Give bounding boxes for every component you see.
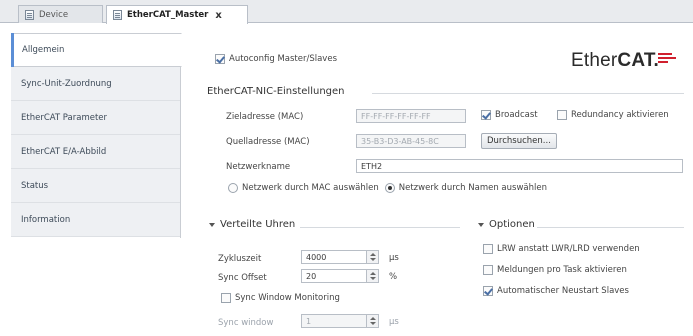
options-header[interactable]: Optionen [478, 219, 535, 230]
option-neustart-label: Automatischer Neustart Slaves [497, 286, 629, 296]
option-lrw-checkbox[interactable] [483, 244, 493, 254]
option-lrw-label: LRW anstatt LWR/LRD verwenden [497, 244, 640, 254]
autoconfig-row: Autoconfig Master/Slaves [215, 54, 337, 64]
redundancy-label: Redundancy aktivieren [571, 110, 669, 120]
sync-window-label: Sync window [218, 318, 274, 328]
sidebar-item-status[interactable]: Status [11, 169, 180, 203]
distributed-clocks-title: Verteilte Uhren [220, 219, 296, 230]
sync-window-monitoring-checkbox[interactable] [221, 293, 231, 303]
sync-offset-stepper: 20 [301, 269, 379, 283]
close-icon[interactable]: x [215, 10, 221, 21]
netzwerkname-label: Netzwerkname [226, 162, 291, 172]
radio-network-by-mac[interactable] [228, 183, 238, 193]
zykluszeit-input[interactable]: 4000 [301, 250, 367, 264]
sync-offset-spin-buttons[interactable] [367, 269, 379, 283]
radio-network-by-name-label: Netzwerk durch Namen auswählen [398, 183, 547, 193]
option-meldungen-row: Meldungen pro Task aktivieren [483, 265, 627, 275]
tab-device-label: Device [39, 9, 69, 20]
redundancy-row: Redundancy aktivieren [557, 110, 669, 120]
sidebar-item-label: Information [21, 214, 71, 225]
sync-window-input[interactable]: 1 [301, 314, 367, 328]
tab-ethercat-master-label: EtherCAT_Master [127, 10, 209, 20]
sync-window-monitoring-label: Sync Window Monitoring [235, 293, 340, 303]
durchsuchen-button[interactable]: Durchsuchen... [481, 133, 557, 149]
zieladresse-field[interactable]: FF-FF-FF-FF-FF-FF [356, 109, 466, 123]
network-selection-row: Netzwerk durch MAC auswählen Netzwerk du… [228, 183, 547, 193]
sidebar-item-ethercat-parameter[interactable]: EtherCAT Parameter [11, 101, 180, 135]
zykluszeit-spin-buttons[interactable] [367, 250, 379, 264]
radio-network-by-mac-label: Netzwerk durch MAC auswählen [242, 183, 379, 193]
collapse-arrow-icon [478, 222, 484, 227]
option-lrw-row: LRW anstatt LWR/LRD verwenden [483, 244, 640, 254]
autoconfig-checkbox[interactable] [215, 54, 225, 64]
zieladresse-label: Zieladresse (MAC) [226, 112, 304, 122]
broadcast-label: Broadcast [495, 110, 538, 120]
sidebar-item-allgemein[interactable]: Allgemein [11, 33, 182, 67]
netzwerkname-field[interactable]: ETH2 [356, 159, 683, 173]
sidebar-item-label: EtherCAT E/A-Abbild [21, 146, 107, 157]
sidebar-item-label: EtherCAT Parameter [21, 112, 108, 123]
collapse-arrow-icon [209, 222, 215, 227]
option-meldungen-checkbox[interactable] [483, 265, 493, 275]
radio-network-by-name[interactable] [384, 183, 395, 193]
device-icon [25, 9, 34, 20]
redundancy-checkbox[interactable] [557, 110, 567, 120]
sync-offset-input[interactable]: 20 [301, 269, 367, 283]
quelladresse-label: Quelladresse (MAC) [226, 137, 310, 147]
sync-window-spin-buttons[interactable] [367, 314, 379, 328]
sync-window-monitoring-row: Sync Window Monitoring [221, 293, 340, 303]
zykluszeit-unit: µs [389, 253, 399, 263]
sidebar-item-sync-unit-zuordnung[interactable]: Sync-Unit-Zuordnung [11, 67, 180, 101]
option-neustart-row: Automatischer Neustart Slaves [483, 286, 629, 296]
nic-section-rule [372, 93, 684, 94]
zykluszeit-label: Zykluszeit [218, 254, 262, 264]
sync-window-stepper: 1 [301, 314, 379, 328]
logo-arrow-icon [658, 52, 677, 64]
sidebar-item-label: Status [21, 180, 49, 191]
distributed-clocks-rule [300, 227, 460, 228]
ethercat-logo: EtherCAT. [571, 50, 677, 72]
sidebar-item-information[interactable]: Information [11, 203, 180, 237]
sidebar-item-label: Sync-Unit-Zuordnung [21, 78, 112, 89]
broadcast-checkbox[interactable] [481, 110, 491, 120]
options-rule [537, 227, 684, 228]
option-meldungen-label: Meldungen pro Task aktivieren [497, 265, 627, 275]
nic-section-title: EtherCAT-NIC-Einstellungen [207, 86, 345, 97]
tab-device[interactable]: Device [18, 5, 103, 23]
options-title: Optionen [489, 219, 535, 230]
sync-window-unit: µs [389, 317, 399, 327]
quelladresse-field[interactable]: 35-B3-D3-AB-45-8C [356, 134, 466, 148]
sidebar-item-label: Allgemein [22, 45, 65, 55]
option-neustart-checkbox[interactable] [483, 286, 493, 296]
zykluszeit-stepper: 4000 [301, 250, 379, 264]
editor-tab-strip: Device EtherCAT_Master x [0, 0, 693, 24]
logo-text-plain: Ether [571, 50, 618, 71]
broadcast-row: Broadcast [481, 110, 538, 120]
sidebar-item-ethercat-ea-abbild[interactable]: EtherCAT E/A-Abbild [11, 135, 180, 169]
tab-ethercat-master[interactable]: EtherCAT_Master x [106, 5, 248, 24]
device-icon [113, 10, 122, 20]
logo-text-bold: CAT. [617, 50, 660, 71]
autoconfig-label: Autoconfig Master/Slaves [229, 54, 337, 64]
settings-sidebar: Allgemein Sync-Unit-Zuordnung EtherCAT P… [11, 33, 182, 238]
sync-offset-label: Sync Offset [218, 273, 267, 283]
sync-offset-unit: % [389, 272, 398, 282]
distributed-clocks-header[interactable]: Verteilte Uhren [209, 219, 295, 230]
